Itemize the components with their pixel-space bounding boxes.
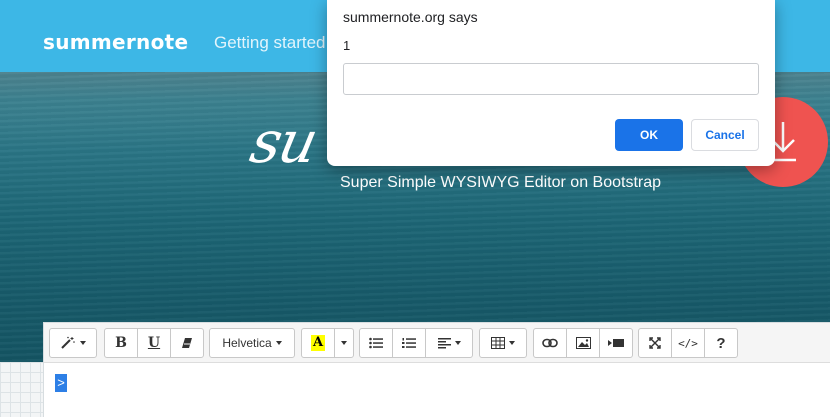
bold-button[interactable]: B bbox=[104, 328, 138, 358]
clear-format-button[interactable] bbox=[170, 328, 204, 358]
ok-button[interactable]: OK bbox=[615, 119, 683, 151]
fullscreen-button[interactable] bbox=[638, 328, 672, 358]
cancel-button[interactable]: Cancel bbox=[691, 119, 759, 151]
font-name-dropdown[interactable]: Helvetica bbox=[209, 328, 295, 358]
hero-tagline: Super Simple WYSIWYG Editor on Bootstrap bbox=[340, 174, 662, 191]
editable-area[interactable]: > bbox=[44, 364, 830, 417]
magic-wand-icon bbox=[61, 336, 75, 349]
color-group: A bbox=[301, 328, 354, 358]
codeview-button[interactable]: </> bbox=[671, 328, 705, 358]
bold-label: B bbox=[115, 335, 127, 351]
font-name-label: Helvetica bbox=[222, 336, 272, 350]
dialog-title: summernote.org says bbox=[343, 9, 478, 25]
selected-text[interactable]: > bbox=[55, 374, 67, 392]
video-icon bbox=[608, 339, 624, 347]
chevron-down-icon bbox=[509, 341, 515, 345]
paragraph-group bbox=[359, 328, 473, 358]
style-group bbox=[49, 328, 97, 358]
table-group bbox=[479, 328, 527, 358]
unordered-list-button[interactable] bbox=[359, 328, 393, 358]
chevron-down-icon bbox=[80, 341, 86, 345]
align-left-icon bbox=[437, 337, 451, 348]
font-name-group: Helvetica bbox=[209, 328, 295, 358]
ordered-list-button[interactable] bbox=[392, 328, 426, 358]
text-color-icon: A bbox=[311, 335, 325, 351]
video-button[interactable] bbox=[599, 328, 633, 358]
chevron-down-icon bbox=[275, 341, 282, 345]
table-icon bbox=[491, 337, 505, 349]
underline-button[interactable]: U bbox=[137, 328, 171, 358]
table-dropdown-button[interactable] bbox=[479, 328, 527, 358]
link-icon bbox=[542, 338, 558, 348]
alert-dialog: summernote.org says 1 OK Cancel bbox=[327, 0, 775, 166]
chevron-down-icon bbox=[341, 341, 347, 345]
help-button[interactable]: ? bbox=[704, 328, 738, 358]
view-group: </> ? bbox=[638, 328, 738, 358]
fullscreen-icon bbox=[649, 337, 661, 349]
font-style-group: B U bbox=[104, 328, 204, 358]
picture-button[interactable] bbox=[566, 328, 600, 358]
help-icon: ? bbox=[716, 334, 726, 352]
picture-icon bbox=[575, 337, 591, 349]
insert-group bbox=[533, 328, 633, 358]
underline-label: U bbox=[147, 335, 161, 351]
nav-link-getting-started[interactable]: Getting started bbox=[214, 33, 326, 53]
dialog-message: 1 bbox=[343, 38, 351, 53]
style-dropdown-button[interactable] bbox=[49, 328, 97, 358]
eraser-icon bbox=[182, 338, 192, 348]
ordered-list-icon bbox=[402, 338, 416, 348]
dialog-prompt-input[interactable] bbox=[343, 63, 759, 95]
page-grid-background bbox=[0, 362, 43, 417]
unordered-list-icon bbox=[369, 337, 383, 349]
code-icon: </> bbox=[678, 336, 698, 350]
link-button[interactable] bbox=[533, 328, 567, 358]
recent-color-button[interactable]: A bbox=[301, 328, 335, 358]
chevron-down-icon bbox=[454, 341, 461, 345]
paragraph-align-dropdown[interactable] bbox=[425, 328, 473, 358]
editor-toolbar: B U Helvetica A </> ? bbox=[44, 323, 830, 363]
summernote-editor: B U Helvetica A </> ? > bbox=[43, 322, 830, 417]
color-dropdown-button[interactable] bbox=[334, 328, 354, 358]
brand-logo[interactable]: summernote bbox=[43, 30, 188, 54]
